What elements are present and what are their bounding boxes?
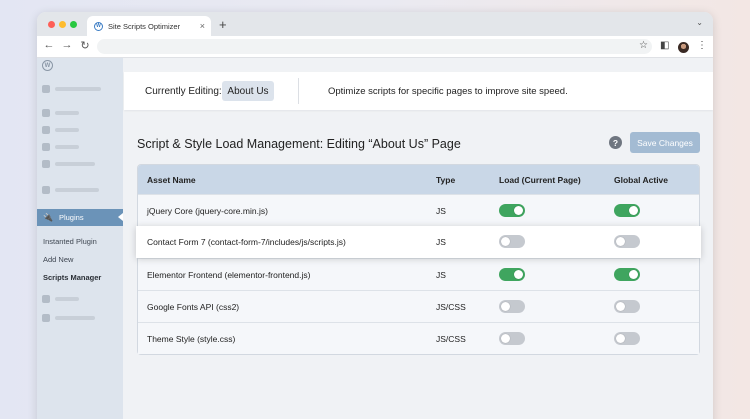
sidebar-item-users[interactable] bbox=[42, 295, 79, 303]
sidebar-item-plugins[interactable]: 🔌 Plugins bbox=[37, 209, 123, 226]
column-header-global-active: Global Active bbox=[614, 175, 669, 185]
forward-icon[interactable]: → bbox=[60, 39, 74, 51]
asset-type: JS bbox=[436, 237, 446, 247]
load-toggle[interactable] bbox=[499, 204, 525, 217]
submenu-scripts-manager[interactable]: Scripts Manager bbox=[43, 273, 101, 282]
tab-close-icon[interactable]: × bbox=[200, 21, 205, 31]
wp-admin-sidebar: W 🔌 Plugins Instanted Plugin Add New Scr… bbox=[37, 58, 123, 419]
global-active-toggle[interactable] bbox=[614, 235, 640, 248]
side-panel-icon[interactable]: ◧ bbox=[660, 40, 669, 51]
help-icon[interactable]: ? bbox=[609, 136, 622, 149]
global-active-toggle[interactable] bbox=[614, 300, 640, 313]
profile-avatar[interactable] bbox=[678, 42, 689, 53]
wordpress-logo-icon[interactable]: W bbox=[42, 60, 53, 71]
main-content: Currently Editing: About Us Optimize scr… bbox=[124, 58, 713, 419]
tools-icon bbox=[42, 186, 50, 194]
column-header-load: Load (Current Page) bbox=[499, 175, 581, 185]
back-icon[interactable]: ← bbox=[42, 39, 56, 51]
bookmark-star-icon[interactable]: ☆ bbox=[639, 40, 648, 51]
media-icon bbox=[42, 126, 50, 134]
global-active-toggle[interactable] bbox=[614, 268, 640, 281]
wordpress-icon: W bbox=[94, 21, 103, 31]
asset-type: JS bbox=[436, 206, 446, 216]
browser-tab[interactable]: W Site Scripts Optimizer × bbox=[87, 16, 211, 36]
table-row: Contact Form 7 (contact-form-7/includes/… bbox=[136, 226, 701, 258]
current-page-chip[interactable]: About Us bbox=[222, 81, 274, 101]
load-toggle[interactable] bbox=[499, 300, 525, 313]
asset-name: jQuery Core (jquery-core.min.js) bbox=[147, 206, 268, 216]
table-header: Asset Name Type Load (Current Page) Glob… bbox=[138, 165, 699, 194]
header-description: Optimize scripts for specific pages to i… bbox=[328, 85, 568, 97]
sidebar-item-comments[interactable] bbox=[42, 160, 95, 168]
load-toggle[interactable] bbox=[499, 268, 525, 281]
dashboard-icon bbox=[42, 85, 50, 93]
asset-type: JS/CSS bbox=[436, 302, 466, 312]
sidebar-item-media[interactable] bbox=[42, 126, 79, 134]
global-active-toggle[interactable] bbox=[614, 332, 640, 345]
maximize-window-button[interactable] bbox=[70, 21, 77, 28]
tab-bar: W Site Scripts Optimizer × + ⌄ bbox=[37, 12, 713, 36]
table-row: Elementor Frontend (elementor-frontend.j… bbox=[138, 258, 699, 290]
reload-icon[interactable]: ↻ bbox=[78, 39, 92, 52]
asset-name: Theme Style (style.css) bbox=[147, 334, 236, 344]
save-changes-button[interactable]: Save Changes bbox=[630, 132, 700, 153]
browser-window: W Site Scripts Optimizer × + ⌄ ← → ↻ ☆ ◧… bbox=[37, 12, 713, 419]
editing-header: Currently Editing: About Us Optimize scr… bbox=[124, 72, 713, 110]
table-row: Theme Style (style.css) JS/CSS bbox=[138, 322, 699, 354]
asset-name: Elementor Frontend (elementor-frontend.j… bbox=[147, 270, 311, 280]
browser-menu-icon[interactable]: ⋮ bbox=[697, 40, 707, 51]
asset-type: JS bbox=[436, 270, 446, 280]
submenu-installed-plugins[interactable]: Instanted Plugin bbox=[43, 237, 97, 246]
sidebar-item-dashboard[interactable] bbox=[42, 85, 101, 93]
tab-search-icon[interactable]: ⌄ bbox=[696, 18, 703, 27]
sidebar-item-tools[interactable] bbox=[42, 186, 99, 194]
currently-editing-label: Currently Editing: bbox=[145, 85, 222, 97]
load-toggle[interactable] bbox=[499, 332, 525, 345]
global-active-toggle[interactable] bbox=[614, 204, 640, 217]
minimize-window-button[interactable] bbox=[59, 21, 66, 28]
asset-name: Contact Form 7 (contact-form-7/includes/… bbox=[147, 237, 346, 247]
tab-title: Site Scripts Optimizer bbox=[108, 21, 181, 31]
users-icon bbox=[42, 295, 50, 303]
browser-toolbar: ← → ↻ ☆ ◧ ⋮ bbox=[37, 36, 713, 58]
column-header-type: Type bbox=[436, 175, 456, 185]
submenu-add-new[interactable]: Add New bbox=[43, 255, 73, 264]
load-toggle[interactable] bbox=[499, 235, 525, 248]
pin-icon bbox=[42, 109, 50, 117]
sidebar-item-posts[interactable] bbox=[42, 109, 79, 117]
page-title: Script & Style Load Management: Editing … bbox=[137, 137, 461, 151]
table-row: jQuery Core (jquery-core.min.js) JS bbox=[138, 194, 699, 226]
sidebar-item-label: Plugins bbox=[58, 213, 84, 222]
asset-type: JS/CSS bbox=[436, 334, 466, 344]
sidebar-item-pages[interactable] bbox=[42, 143, 79, 151]
comment-icon bbox=[42, 160, 50, 168]
column-header-asset-name: Asset Name bbox=[147, 175, 196, 185]
plugin-icon: 🔌 bbox=[43, 213, 53, 222]
close-window-button[interactable] bbox=[48, 21, 55, 28]
table-row: Google Fonts API (css2) JS/CSS bbox=[138, 290, 699, 322]
header-divider bbox=[298, 78, 299, 104]
new-tab-icon[interactable]: + bbox=[219, 17, 227, 32]
asset-name: Google Fonts API (css2) bbox=[147, 302, 240, 312]
address-bar[interactable] bbox=[97, 39, 652, 54]
settings-icon bbox=[42, 314, 50, 322]
assets-table: Asset Name Type Load (Current Page) Glob… bbox=[136, 164, 701, 355]
pages-icon bbox=[42, 143, 50, 151]
sidebar-item-settings[interactable] bbox=[42, 314, 95, 322]
